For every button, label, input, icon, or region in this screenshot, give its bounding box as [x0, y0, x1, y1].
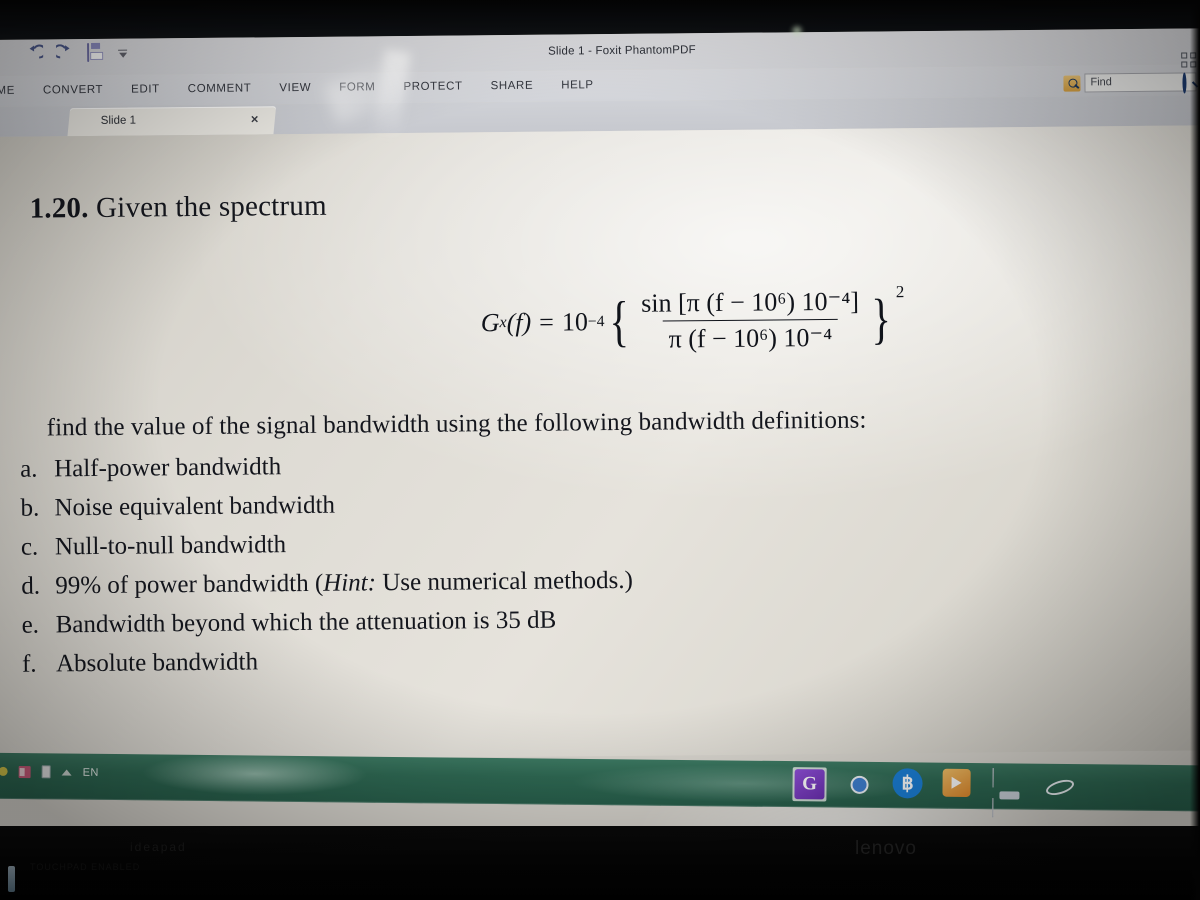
taskbar-item-file-window[interactable]	[992, 768, 1027, 818]
tab-label: Slide 1	[100, 114, 137, 127]
formula-coefficient: 10	[561, 307, 589, 337]
save-icon[interactable]	[87, 43, 107, 64]
list-item: d. 99% of power bandwidth (Hint: Use num…	[21, 561, 633, 606]
laptop-bezel-bottom	[0, 826, 1200, 900]
bezel-sub-label: TOUCHPAD ENABLED	[30, 862, 141, 872]
taskbar-apps: G ฿	[792, 767, 1076, 818]
brand-logo: lenovo	[855, 838, 917, 859]
network-icon[interactable]	[18, 765, 31, 778]
menu-item-share[interactable]: SHARE	[476, 71, 547, 103]
list-text-pre: 99% of power bandwidth (	[55, 569, 324, 600]
document-page: 1.20. Given the spectrum Gx (f) = 10 −4 { …	[0, 125, 1200, 840]
show-hidden-icons-icon[interactable]	[61, 768, 72, 776]
formula-equals: =	[539, 307, 555, 337]
media-player-icon	[942, 768, 971, 797]
menu-item-convert[interactable]: CONVERT	[29, 75, 118, 107]
bandwidth-definitions-list: a. Half-power bandwidth b. Noise equival…	[20, 444, 634, 684]
menu-item-protect[interactable]: PROTECT	[389, 71, 476, 103]
list-marker: f.	[21, 650, 37, 678]
laptop-screen: Slide 1 - Foxit PhantomPDF ME CONVERT ED…	[0, 28, 1200, 840]
foxit-icon: G	[794, 769, 825, 800]
menu-item-edit[interactable]: EDIT	[117, 74, 174, 106]
taskbar-item-media-player[interactable]	[942, 768, 976, 803]
battery-icon[interactable]	[41, 765, 51, 779]
quick-access-icons	[0, 43, 128, 65]
menu-item-view[interactable]: VIEW	[265, 73, 325, 105]
taskbar-item-bluetooth[interactable]: ฿	[892, 768, 926, 802]
list-item: b. Noise equivalent bandwidth	[20, 483, 632, 528]
window-title: Slide 1 - Foxit PhantomPDF	[548, 44, 696, 58]
list-item: c. Null-to-null bandwidth	[21, 522, 633, 567]
list-text-post: Use numerical methods.)	[375, 566, 634, 597]
list-marker: b.	[20, 494, 40, 522]
redo-icon[interactable]	[52, 44, 76, 64]
list-text: Bandwidth beyond which the attenuation i…	[55, 606, 557, 639]
list-item: e. Bandwidth beyond which the attenuatio…	[21, 600, 633, 645]
tab-slide-1[interactable]	[67, 106, 277, 137]
spectrum-formula: Gx (f) = 10 −4 { sin [π (f − 10⁶) 10⁻⁴] π …	[480, 282, 904, 356]
formula-lhs-arg: (f)	[506, 307, 532, 338]
list-text: Null-to-null bandwidth	[54, 531, 287, 561]
list-marker: d.	[21, 572, 41, 600]
menu-item-help[interactable]: HELP	[547, 70, 608, 102]
page-title: 1.20. Given the spectrum	[29, 190, 326, 226]
formula-outer-exponent: 2	[895, 282, 905, 302]
taskbar-item-google-chrome[interactable]	[842, 768, 876, 802]
system-tray: EN	[0, 765, 99, 779]
bluetooth-icon: ฿	[892, 768, 923, 799]
list-marker: e.	[21, 611, 40, 639]
formula-coefficient-exp: −4	[587, 313, 605, 331]
laptop-photo: Slide 1 - Foxit PhantomPDF ME CONVERT ED…	[0, 0, 1200, 900]
taskbar-item-internet-explorer[interactable]	[1042, 770, 1076, 804]
menu-item-comment[interactable]: COMMENT	[174, 73, 266, 105]
list-text: 99% of power bandwidth (Hint: Use numeri…	[55, 561, 633, 606]
search-icon[interactable]	[1063, 75, 1081, 92]
list-marker: c.	[20, 533, 39, 561]
close-icon[interactable]: ×	[251, 111, 259, 126]
search-input[interactable]: Find	[1084, 72, 1197, 93]
list-item: a. Half-power bandwidth	[20, 444, 632, 489]
bezel-model-label: ideapad	[130, 840, 187, 854]
laptop-bezel-right	[1190, 0, 1200, 900]
formula-denominator: π (f − 10⁶) 10⁻⁴	[662, 318, 839, 355]
formula-lhs-base: G	[480, 308, 500, 338]
status-led	[8, 866, 15, 892]
undo-icon[interactable]	[25, 44, 47, 64]
customize-toolbar-icon[interactable]	[118, 49, 128, 58]
formula-numerator: sin [π (f − 10⁶) 10⁻⁴]	[641, 286, 860, 318]
question-number: 1.20.	[29, 192, 89, 225]
menu-item-home[interactable]: ME	[0, 76, 29, 107]
bezel-light-reflection	[790, 24, 804, 38]
list-marker: a.	[19, 455, 38, 483]
hint-label: Hint:	[323, 569, 377, 597]
windows-taskbar: EN G ฿	[0, 752, 1200, 818]
notification-icon[interactable]	[0, 766, 8, 776]
list-text: Noise equivalent bandwidth	[54, 491, 336, 522]
find-bar: Find	[1063, 72, 1197, 93]
question-heading: Given the spectrum	[88, 189, 327, 225]
menu-item-form[interactable]: FORM	[325, 72, 390, 104]
language-indicator[interactable]: EN	[83, 766, 99, 778]
taskbar-item-foxit-phantompdf[interactable]: G	[792, 767, 827, 802]
list-text: Half-power bandwidth	[53, 453, 282, 483]
formula-fraction: sin [π (f − 10⁶) 10⁻⁴] π (f − 10⁶) 10⁻⁴	[635, 287, 865, 355]
new-document-icon[interactable]	[0, 45, 14, 65]
taskbar-glare	[104, 753, 405, 804]
file-window-icon	[992, 768, 1027, 818]
page-content: 1.20. Given the spectrum Gx (f) = 10 −4 { …	[0, 125, 1200, 762]
lead-line: find the value of the signal bandwidth u…	[46, 406, 867, 442]
